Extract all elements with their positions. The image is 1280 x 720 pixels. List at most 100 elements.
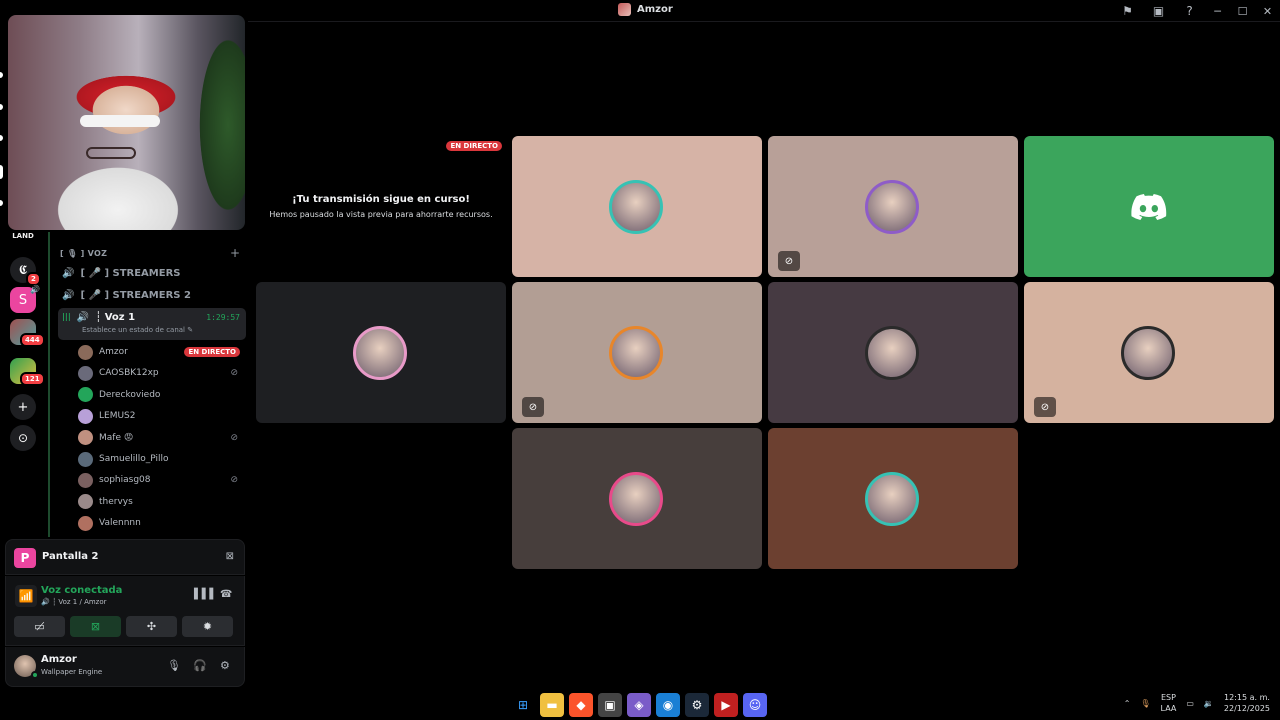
maximize-button[interactable]: ☐ — [1230, 0, 1255, 22]
game-icon[interactable]: ◈ — [627, 693, 651, 717]
windows-start-icon[interactable]: ⊞ — [511, 693, 535, 717]
voice-icon: 🔊 — [62, 289, 75, 301]
avatar — [78, 430, 93, 446]
server-spiral-icon[interactable]: 𝕮 2 — [10, 257, 41, 286]
avatar — [78, 472, 93, 488]
participant-tile[interactable] — [512, 428, 762, 569]
participant-tile[interactable]: ⊘ — [512, 282, 762, 423]
channel-streamers[interactable]: 🔊 [ 🎤 ] STREAMERS — [58, 263, 246, 283]
network-icon[interactable]: ▭ — [1186, 699, 1194, 708]
voice-panel: P Pantalla 2 ⊠ 📶 Voz conectada 🔊 ┆ Voz 1… — [5, 539, 245, 687]
voice-user-name: sophiasg08 — [99, 475, 151, 486]
add-channel-icon[interactable]: + — [230, 246, 240, 260]
voice-user[interactable]: Mafe 😡 ⊘ — [78, 428, 244, 448]
channel-status[interactable]: Establece un estado de canal ✎ — [82, 326, 193, 334]
voice-user[interactable]: CAOSBK12xp ⊘ — [78, 363, 244, 383]
microphone-icon[interactable]: 🎙 — [167, 659, 181, 672]
screen-share-label: Pantalla 2 — [42, 551, 99, 562]
taskbar: ⊞ ▬ ◆ ▣ ◈ ◉ ⚙ ▶ ☺ ⌃ 🎙 ESP LAA ▭ 🔉 12:15 a. m. 22… — [0, 690, 1280, 720]
channel-voz-1[interactable]: ||| 🔊 ┆ Voz 1 1:29:57 Establece un estad… — [58, 308, 246, 340]
overlay-icon[interactable]: ▣ — [1143, 0, 1174, 22]
screen-share-icon: P — [14, 548, 36, 568]
chevron-up-icon[interactable]: ⌃ — [1124, 699, 1131, 708]
disconnect-icon[interactable]: ☎ — [220, 589, 232, 600]
clock-time: 12:15 a. m. — [1223, 693, 1270, 702]
participant-tile[interactable]: ⊘ — [768, 136, 1018, 277]
discover-icon[interactable]: ⊙ — [10, 425, 36, 451]
edge-icon[interactable]: ◉ — [656, 693, 680, 717]
participant-avatar — [609, 326, 663, 380]
avatar — [78, 515, 93, 531]
close-button[interactable]: ✕ — [1255, 0, 1280, 22]
soundboard-button[interactable]: ✹ — [182, 616, 233, 637]
voice-user[interactable]: LEMUS2 — [78, 406, 244, 426]
volume-icon[interactable]: 🔉 — [1204, 699, 1214, 708]
channel-list: [ 🎙 ] VOZ + 🔊 [ 🎤 ] STREAMERS 🔊 [ 🎤 ] ST… — [48, 232, 248, 537]
screen-share-button[interactable]: ⊠ — [70, 616, 121, 637]
server-folder-1[interactable]: 444 — [10, 319, 45, 347]
window-title-text: Amzor — [637, 4, 673, 15]
participant-avatar — [865, 180, 919, 234]
participant-avatar — [353, 326, 407, 380]
clock-date: 22/12/2025 — [1223, 704, 1270, 713]
language-indicator[interactable]: ESP LAA — [1161, 692, 1177, 714]
discord-icon[interactable]: ☺ — [743, 693, 767, 717]
title-actions: ⚑ ▣ ? ─ ☐ ✕ — [1112, 0, 1280, 22]
avatar — [78, 451, 93, 467]
video-app-icon[interactable]: ▶ — [714, 693, 738, 717]
webcam-preview[interactable] — [8, 15, 245, 230]
server-folder-2[interactable]: 121 — [10, 358, 45, 386]
headphones-icon[interactable]: 🎧 — [193, 659, 207, 672]
steam-icon[interactable]: ⚙ — [685, 693, 709, 717]
voice-status[interactable]: Voz conectada — [41, 585, 122, 596]
server-s[interactable]: S 🔊 — [10, 285, 40, 313]
channel-label: [ 🎤 ] STREAMERS — [80, 267, 181, 279]
server-badge: 121 — [20, 372, 45, 386]
username[interactable]: Amzor — [41, 654, 77, 665]
microphone-icon[interactable]: 🎙 — [1140, 699, 1150, 708]
settings-gear-icon[interactable]: ⚙ — [220, 659, 230, 672]
file-explorer-icon[interactable]: ▬ — [540, 693, 564, 717]
voice-user[interactable]: Samuelillo_Pillo — [78, 449, 244, 469]
status-dot — [31, 671, 39, 679]
server-land[interactable]: LAND — [8, 230, 38, 242]
channel-streamers-2[interactable]: 🔊 [ 🎤 ] STREAMERS 2 — [58, 285, 246, 305]
stream-paused-subtitle: Hemos pausado la vista previa para ahorr… — [269, 210, 493, 219]
participant-tile[interactable] — [768, 282, 1018, 423]
avatar — [78, 494, 93, 510]
inbox-flag-icon[interactable]: ⚑ — [1112, 0, 1143, 22]
voice-channel-path: 🔊 ┆ Voz 1 / Amzor — [41, 598, 107, 606]
voice-user[interactable]: thervys — [78, 492, 244, 512]
voice-user[interactable]: Valennnn — [78, 513, 244, 533]
activities-button[interactable]: ✣ — [126, 616, 177, 637]
participant-tile[interactable] — [768, 428, 1018, 569]
clock[interactable]: 12:15 a. m. 22/12/2025 — [1224, 692, 1270, 714]
camera-button[interactable]: ▭̸ — [14, 616, 65, 637]
stop-share-icon[interactable]: ⊠ — [226, 551, 234, 562]
signal-icon[interactable]: 📶 — [15, 585, 37, 607]
activity-icon: ||| — [62, 312, 71, 321]
participant-tile[interactable]: ⊘ — [1024, 282, 1274, 423]
voice-user[interactable]: Dereckoviedo — [78, 385, 244, 405]
channel-label: [ 🎤 ] STREAMERS 2 — [80, 289, 191, 301]
minimize-button[interactable]: ─ — [1205, 0, 1230, 22]
category-voz[interactable]: [ 🎙 ] VOZ — [60, 249, 107, 258]
muted-icon: ⊘ — [230, 475, 238, 486]
participant-tile[interactable] — [512, 136, 762, 277]
screen-share-row: P Pantalla 2 ⊠ — [5, 539, 245, 575]
add-server-icon[interactable]: + — [10, 394, 36, 420]
guild-pip — [0, 165, 3, 179]
voice-user-name: thervys — [99, 496, 133, 507]
participant-tile[interactable] — [1024, 136, 1274, 277]
stream-paused-notice: EN DIRECTO ¡Tu transmisión sigue en curs… — [256, 137, 506, 277]
voice-user[interactable]: sophiasg08 ⊘ — [78, 470, 244, 490]
live-badge: EN DIRECTO — [184, 347, 240, 357]
participant-tile[interactable] — [256, 282, 506, 423]
store-icon[interactable]: ▣ — [598, 693, 622, 717]
brave-icon[interactable]: ◆ — [569, 693, 593, 717]
help-icon[interactable]: ? — [1174, 0, 1205, 22]
channel-timer: 1:29:57 — [206, 313, 240, 322]
participant-avatar — [865, 326, 919, 380]
noise-suppression-icon[interactable]: ▌▌▌ — [194, 589, 217, 600]
voice-user[interactable]: Amzor EN DIRECTO — [78, 342, 244, 362]
